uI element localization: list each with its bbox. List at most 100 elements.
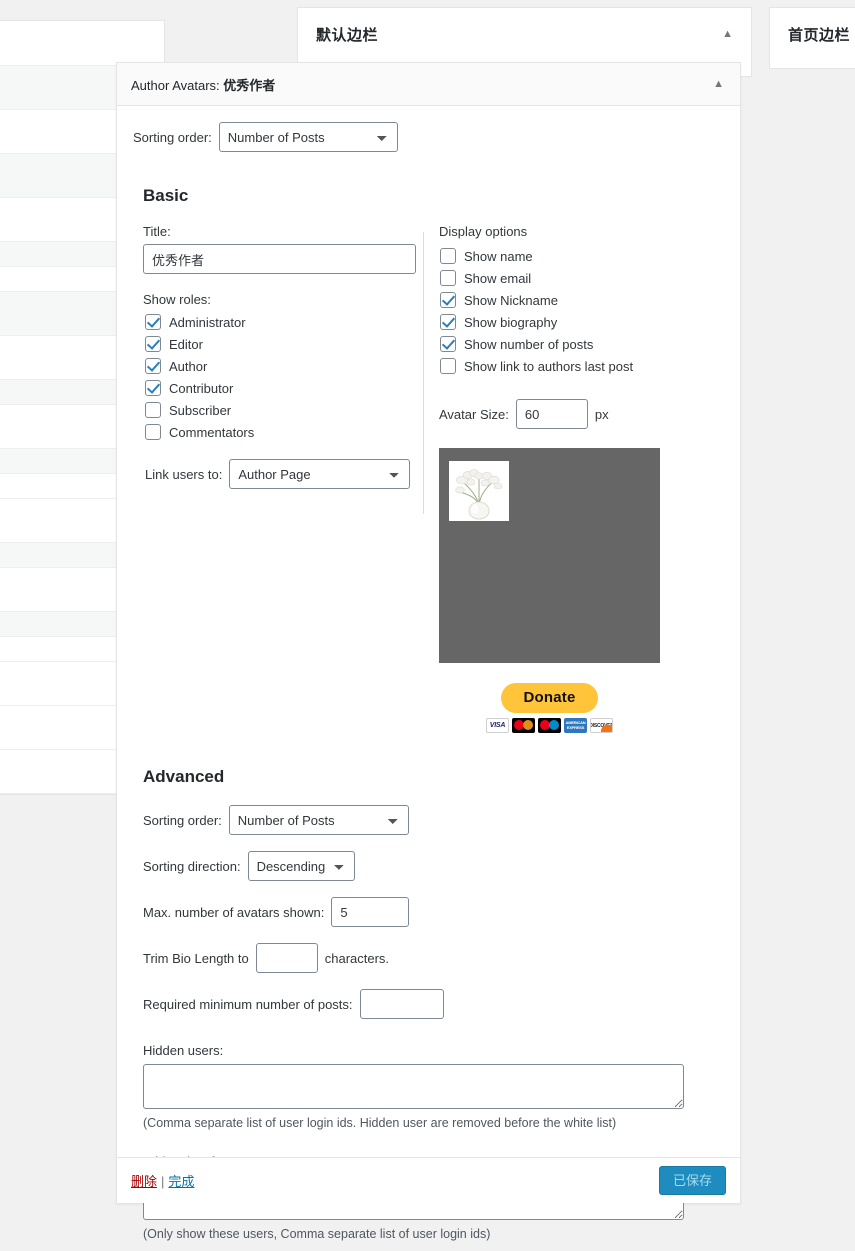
display-checkbox-show-nickname[interactable]: Show Nickname	[440, 289, 726, 311]
display-checkbox-show-email[interactable]: Show email	[440, 267, 726, 289]
role-label: Author	[169, 358, 208, 374]
checkbox-icon[interactable]	[145, 424, 161, 440]
avatar-size-input[interactable]	[515, 399, 588, 429]
role-checkbox-commentators[interactable]: Commentators	[145, 421, 423, 443]
checkbox-icon[interactable]	[440, 358, 456, 374]
checkbox-icon[interactable]	[440, 292, 456, 308]
role-checkbox-administrator[interactable]: Administrator	[145, 311, 423, 333]
checkbox-icon[interactable]	[440, 314, 456, 330]
footer-links: 删除 | 完成	[131, 1171, 194, 1190]
sidebar-home-title: 首页边栏	[788, 27, 851, 44]
white-list-hint: (Only show these users, Comma separate l…	[143, 1227, 491, 1241]
display-option-label: Show number of posts	[464, 336, 594, 352]
avatar-thumbnail	[449, 461, 509, 521]
advanced-sorting-order-label: Sorting order:	[143, 812, 222, 828]
hidden-users-textarea[interactable]	[143, 1064, 684, 1109]
discover-card-icon: DISCOVER	[590, 718, 613, 733]
advanced-min-posts-row: Required minimum number of posts:	[143, 989, 726, 1019]
display-checkbox-show-number-of-posts[interactable]: Show number of posts	[440, 333, 726, 355]
advanced-max-avatars-row: Max. number of avatars shown:	[143, 897, 726, 927]
advanced-sorting-direction-row: Sorting direction: Descending	[143, 851, 726, 881]
title-input[interactable]	[143, 244, 416, 274]
display-option-label: Show biography	[464, 314, 558, 330]
role-label: Contributor	[169, 380, 234, 396]
avatar-size-row: Avatar Size: px	[439, 399, 726, 429]
advanced-trim-bio-row: Trim Bio Length to characters.	[143, 943, 726, 973]
visa-card-icon: VISA	[486, 718, 509, 733]
advanced-max-avatars-label: Max. number of avatars shown:	[143, 904, 325, 920]
hidden-users-hint: (Comma separate list of user login ids. …	[143, 1116, 617, 1130]
display-options-column: Display options Show name Show email Sho…	[424, 224, 726, 733]
checkbox-icon[interactable]	[145, 358, 161, 374]
checkbox-icon[interactable]	[145, 380, 161, 396]
widget-title-name: 优秀作者	[223, 77, 276, 93]
display-option-label: Show link to authors last post	[464, 358, 634, 374]
basic-two-column-area: Title: Show roles: Administrator Editor …	[131, 224, 726, 733]
widget-title: Author Avatars: 优秀作者	[131, 75, 275, 94]
role-checkbox-contributor[interactable]: Contributor	[145, 377, 423, 399]
link-users-to-row: Link users to: Author Page	[145, 459, 423, 489]
display-checkbox-show-link-last-post[interactable]: Show link to authors last post	[440, 355, 726, 377]
chevron-up-icon[interactable]: ▲	[713, 78, 724, 90]
donate-area: Donate VISA AMERICAN EXPRESS DISCOVER	[439, 683, 660, 733]
sidebar-home-header[interactable]: 首页边栏	[770, 8, 855, 45]
widget-titlebar[interactable]: Author Avatars: 优秀作者 ▲	[117, 63, 740, 106]
display-checkbox-show-biography[interactable]: Show biography	[440, 311, 726, 333]
author-avatars-widget-panel: Author Avatars: 优秀作者 ▲ Sorting order: Nu…	[116, 62, 741, 1241]
advanced-section-heading: Advanced	[143, 767, 225, 786]
hidden-users-label: Hidden users:	[143, 1043, 224, 1058]
checkbox-icon[interactable]	[145, 336, 161, 352]
advanced-sorting-order-select[interactable]: Number of Posts	[228, 805, 409, 835]
donate-button[interactable]: Donate	[501, 683, 598, 713]
checkbox-icon[interactable]	[145, 314, 161, 330]
top-sorting-order-select[interactable]: Number of Posts	[218, 122, 398, 152]
display-option-label: Show name	[464, 248, 533, 264]
role-checkbox-editor[interactable]: Editor	[145, 333, 423, 355]
advanced-trim-bio-input[interactable]	[255, 943, 318, 973]
show-roles-label: Show roles:	[143, 292, 211, 307]
avatar-size-unit: px	[594, 406, 609, 422]
avatar-preview-block	[439, 448, 660, 663]
hidden-users-block: Hidden users: (Comma separate list of us…	[143, 1043, 726, 1130]
link-users-to-select[interactable]: Author Page	[229, 459, 411, 489]
delete-link[interactable]: 删除	[131, 1174, 157, 1189]
accepted-cards: VISA AMERICAN EXPRESS DISCOVER	[439, 718, 660, 733]
widget-body: Sorting order: Number of Posts Basic Tit…	[117, 106, 740, 1251]
advanced-sorting-order-row: Sorting order: Number of Posts	[143, 805, 726, 835]
advanced-min-posts-input[interactable]	[359, 989, 444, 1019]
advanced-sorting-direction-select[interactable]: Descending	[247, 851, 355, 881]
display-options-heading: Display options	[439, 224, 528, 239]
amex-card-icon: AMERICAN EXPRESS	[564, 718, 587, 733]
save-button[interactable]: 已保存	[658, 1165, 726, 1196]
checkbox-icon[interactable]	[440, 336, 456, 352]
available-widgets-note: 删除其设置，将它拖回来	[0, 21, 164, 66]
sidebar-default-header[interactable]: 默认边栏 ▲	[298, 8, 751, 45]
basic-left-column: Title: Show roles: Administrator Editor …	[131, 224, 423, 733]
advanced-trim-bio-label: Trim Bio Length to	[143, 950, 249, 966]
widget-title-prefix: Author Avatars:	[131, 77, 224, 93]
advanced-min-posts-label: Required minimum number of posts:	[143, 996, 353, 1012]
checkbox-icon[interactable]	[440, 248, 456, 264]
display-option-label: Show Nickname	[464, 292, 558, 308]
advanced-max-avatars-input[interactable]	[331, 897, 410, 927]
role-checkbox-subscriber[interactable]: Subscriber	[145, 399, 423, 421]
widget-footer: 删除 | 完成 已保存	[117, 1157, 740, 1203]
sidebar-panel-home[interactable]: 首页边栏	[769, 7, 855, 69]
link-users-to-label: Link users to:	[145, 466, 223, 482]
role-label: Editor	[169, 336, 203, 352]
role-label: Commentators	[169, 424, 255, 440]
role-checkbox-author[interactable]: Author	[145, 355, 423, 377]
sidebar-default-title: 默认边栏	[316, 27, 379, 44]
maestro-card-icon	[538, 718, 561, 733]
checkbox-icon[interactable]	[440, 270, 456, 286]
display-checkbox-show-name[interactable]: Show name	[440, 245, 726, 267]
checkbox-icon[interactable]	[145, 402, 161, 418]
chevron-up-icon[interactable]: ▲	[722, 29, 733, 40]
mastercard-card-icon	[512, 718, 535, 733]
basic-section-heading: Basic	[143, 186, 189, 205]
footer-separator: |	[161, 1174, 165, 1189]
display-option-label: Show email	[464, 270, 532, 286]
top-sorting-order-label: Sorting order:	[133, 129, 212, 145]
done-link[interactable]: 完成	[168, 1174, 194, 1189]
avatar-size-label: Avatar Size:	[439, 406, 509, 422]
